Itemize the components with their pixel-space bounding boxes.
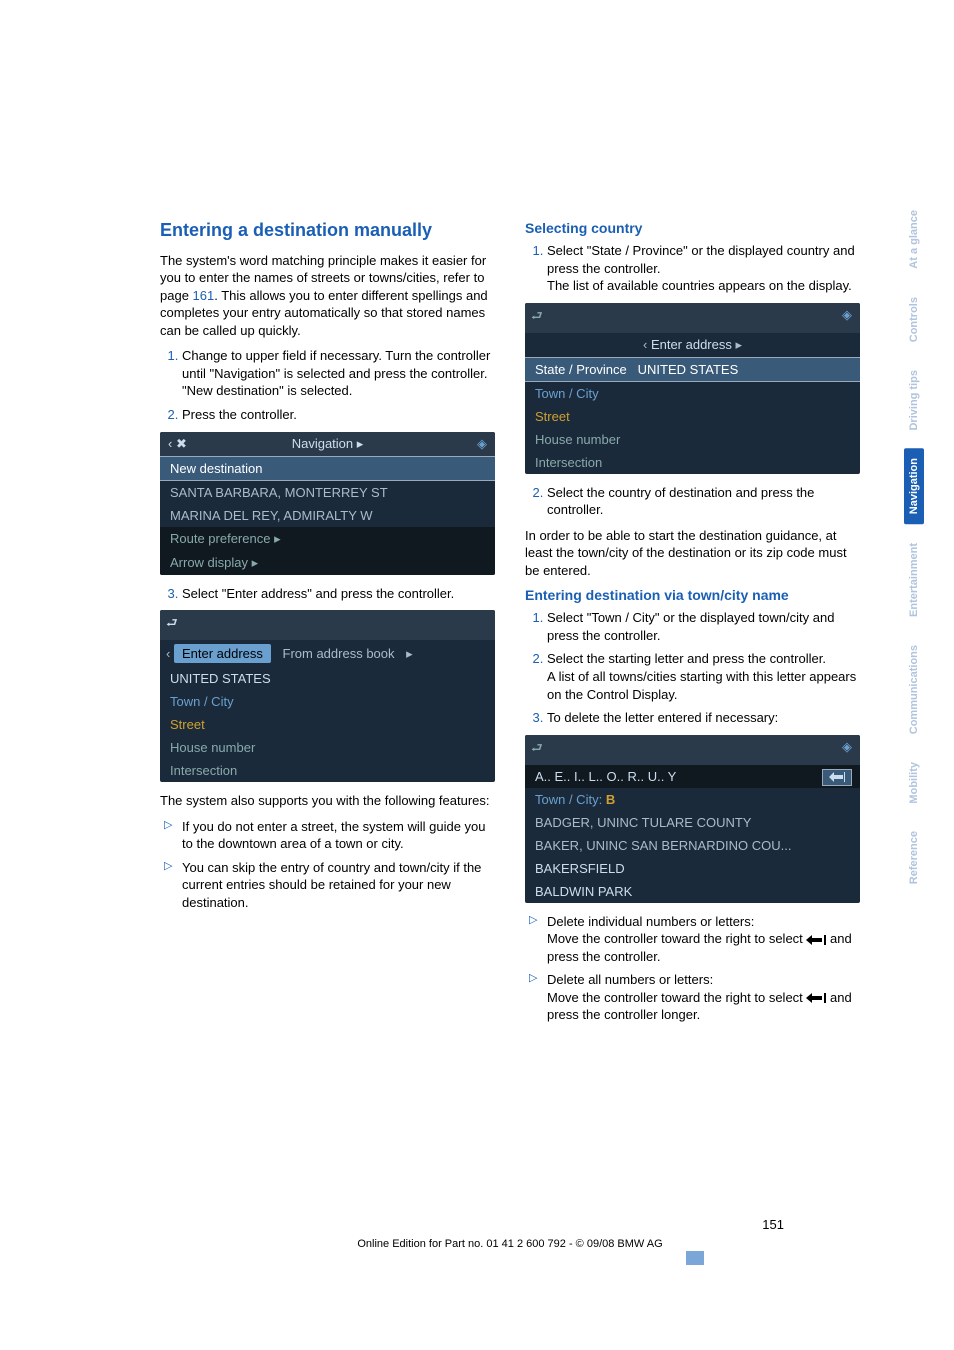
support-intro: The system also supports you with the fo… [160,792,495,810]
screenshot-state-province: ⮐ ◈ ‹ Enter address ▸ State / Province U… [525,303,860,474]
step-1: Change to upper field if necessary. Turn… [182,347,495,400]
delete-options: Delete individual numbers or letters: Mo… [525,913,860,1024]
shot-header: ‹ ✖ Navigation ▸ ◈ [160,432,495,456]
sp-town: Town / City [525,382,860,405]
screenshot-enter-address: ⮐ ‹ Enter address From address book ▸ UN… [160,610,495,782]
town-result-2: BAKER, UNINC SAN BERNARDINO COU... [525,834,860,857]
heading-selecting-country: Selecting country [525,220,860,236]
steps-list-cont: Select "Enter address" and press the con… [160,585,495,603]
intro-paragraph: The system's word matching principle mak… [160,252,495,340]
screenshot-town-input: ⮐ ◈ A.. E.. I.. L.. O.. R.. U.. Y Town /… [525,735,860,903]
steps-list: Change to upper field if necessary. Turn… [160,347,495,423]
backspace-icon [822,769,852,786]
tab-enter-address: Enter address [174,644,271,663]
shot-subheader: ‹ Enter address ▸ [525,333,860,357]
letter-selector: A.. E.. I.. L.. O.. R.. U.. Y [525,765,860,788]
town-label: Town / City: [535,792,602,807]
right-column: Selecting country Select "State / Provin… [525,220,860,1032]
page-xref[interactable]: 161 [193,288,215,303]
town-steps: Select "Town / City" or the displayed to… [525,609,860,726]
step1-note: "New destination" is selected. [182,383,352,398]
footer-text: Online Edition for Part no. 01 41 2 600 … [160,1238,860,1250]
compass-icon: ◈ [842,739,852,755]
footer-mark [686,1251,704,1265]
back-icon: ⮐ [166,615,178,630]
country-step-2: Select the country of destination and pr… [547,484,860,519]
backspace-icon [806,935,826,945]
addr-house: House number [160,736,495,759]
town-step-1: Select "Town / City" or the displayed to… [547,609,860,644]
shot-title: Navigation [292,436,353,451]
addr-town: Town / City [160,690,495,713]
feature-1: If you do not enter a street, the system… [182,818,495,853]
compass-icon: ◈ [842,307,852,323]
letter-choices: A.. E.. I.. L.. O.. R.. U.. Y [535,769,676,784]
left-column: Entering a destination manually The syst… [160,220,495,1032]
screenshot-navigation: ‹ ✖ Navigation ▸ ◈ New destination SANTA… [160,432,495,575]
back-icon: ‹ ✖ [168,436,187,452]
town-step-3: To delete the letter entered if necessar… [547,709,860,727]
ts2a: Select the starting letter and press the… [547,651,826,666]
tab-mobility[interactable]: Mobility [904,752,924,814]
back-icon: ⮐ [531,308,543,323]
addr-country: UNITED STATES [160,667,495,690]
ts2b: A list of all towns/cities starting with… [547,669,856,702]
tab-address-book: From address book [275,644,403,663]
addr-intersection: Intersection [160,759,495,782]
tab-driving-tips[interactable]: Driving tips [904,360,924,441]
d1b: Move the controller toward the right to … [547,931,806,946]
tab-reference[interactable]: Reference [904,821,924,894]
tab-controls[interactable]: Controls [904,287,924,352]
town-result-4: BALDWIN PARK [525,880,860,903]
backspace-icon [806,993,826,1003]
country-steps-2: Select the country of destination and pr… [525,484,860,519]
feature-list: If you do not enter a street, the system… [160,818,495,912]
cs1-b: The list of available countries appears … [547,278,852,293]
sp-intersection: Intersection [525,451,860,474]
town-result-1: BADGER, UNINC TULARE COUNTY [525,811,860,834]
country-step-1: Select "State / Province" or the display… [547,242,860,295]
delete-all: Delete all numbers or letters: Move the … [547,971,860,1024]
nav-recent-1: SANTA BARBARA, MONTERREY ST [160,481,495,504]
country-note: In order to be able to start the destina… [525,527,860,580]
step-2: Press the controller. [182,406,495,424]
step-3: Select "Enter address" and press the con… [182,585,495,603]
tab-communications[interactable]: Communications [904,635,924,744]
heading-town-name: Entering destination via town/city name [525,587,860,603]
sp-house: House number [525,428,860,451]
town-letter: B [606,792,615,807]
d2b: Move the controller toward the right to … [547,990,806,1005]
delete-individual: Delete individual numbers or letters: Mo… [547,913,860,966]
section-title: Entering a destination manually [160,220,495,242]
feature-2: You can skip the entry of country and to… [182,859,495,912]
tab-navigation[interactable]: Navigation [904,448,924,524]
town-step-2: Select the starting letter and press the… [547,650,860,703]
d1a: Delete individual numbers or letters: [547,914,754,929]
nav-route-pref: Route preference ▸ [160,527,495,551]
nav-arrow-display: Arrow display ▸ [160,551,495,575]
addr-street: Street [160,713,495,736]
nav-recent-2: MARINA DEL REY, ADMIRALTY W [160,504,495,527]
tab-entertainment[interactable]: Entertainment [904,533,924,627]
d2a: Delete all numbers or letters: [547,972,713,987]
compass-icon: ◈ [477,436,487,452]
town-label-row: Town / City: B [525,788,860,811]
sp-street: Street [525,405,860,428]
step1-text: Change to upper field if necessary. Turn… [182,348,490,381]
nav-new-destination: New destination [160,456,495,481]
back-icon: ⮐ [531,740,543,755]
cs1-a: Select "State / Province" or the display… [547,243,855,276]
page-number: 151 [762,1217,784,1232]
state-province-row: State / Province UNITED STATES [525,357,860,382]
sp-label: State / Province [535,362,627,377]
sp-value: UNITED STATES [638,362,739,377]
town-result-3: BAKERSFIELD [525,857,860,880]
tab-at-a-glance[interactable]: At a glance [904,200,924,279]
side-tabs: At a glance Controls Driving tips Naviga… [904,200,924,895]
country-steps: Select "State / Province" or the display… [525,242,860,295]
